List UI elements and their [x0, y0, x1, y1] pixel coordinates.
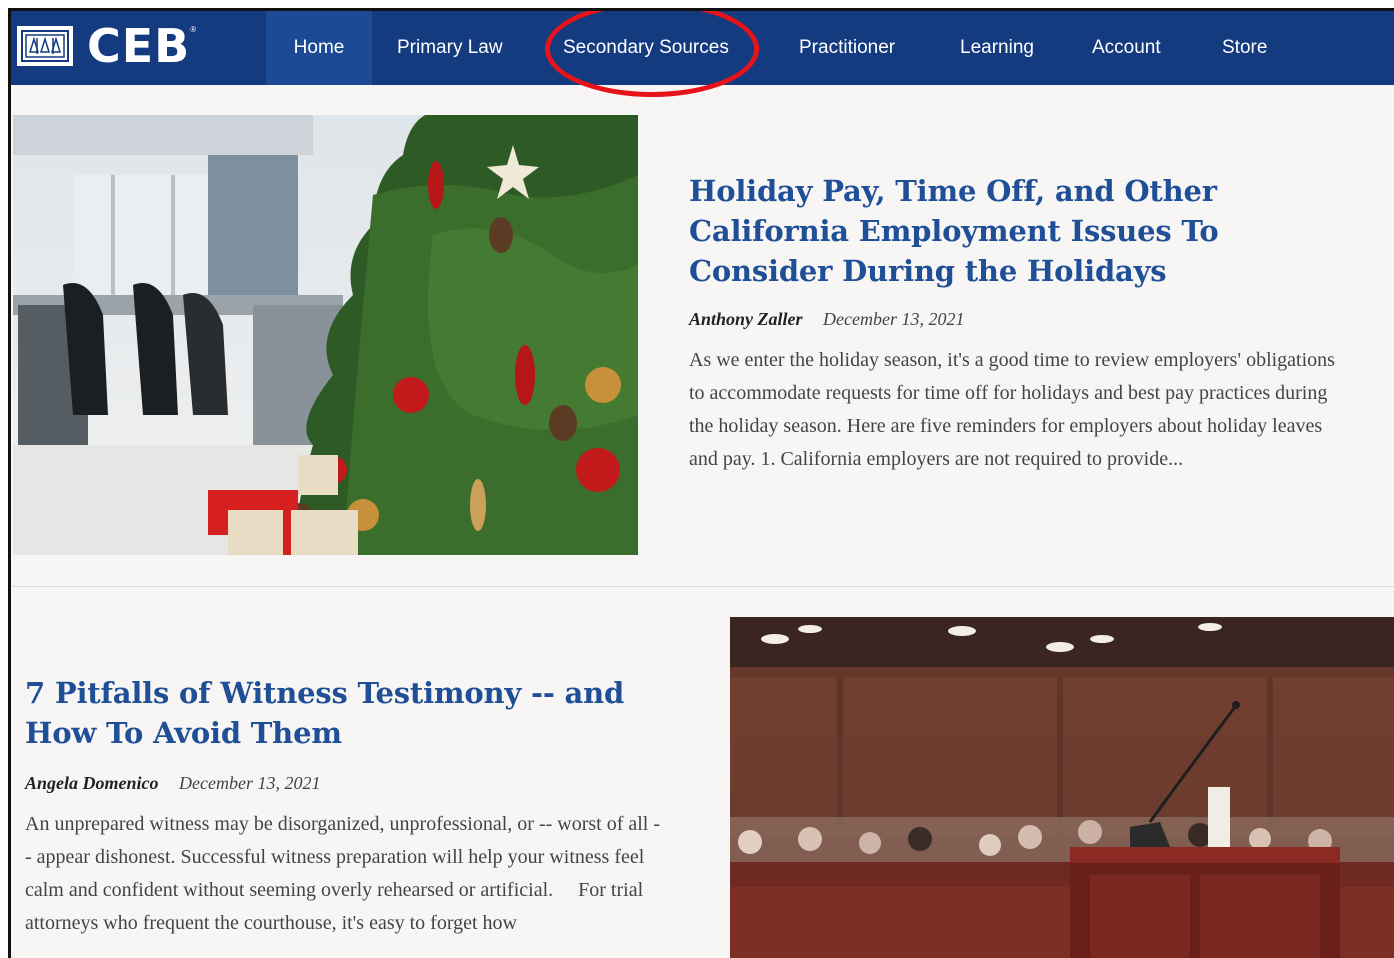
article-1-image[interactable]	[13, 115, 638, 555]
nav-home[interactable]: Home	[266, 11, 372, 85]
courtroom-podium-image-icon	[730, 617, 1394, 958]
article-1-title[interactable]: Holiday Pay, Time Off, and Other Califor…	[689, 171, 1329, 291]
nav-learning[interactable]: Learning	[935, 11, 1059, 85]
article-2-excerpt: An unprepared witness may be disorganize…	[25, 813, 661, 934]
browser-frame: CEB ® Home Primary Law Secondary Sources…	[8, 8, 1394, 958]
christmas-tree-office-image-icon	[13, 115, 638, 555]
ceb-logo[interactable]: CEB ®	[17, 21, 196, 71]
brand-name: CEB	[87, 19, 191, 73]
article-2-image[interactable]	[730, 617, 1394, 958]
nav-secondary-sources[interactable]: Secondary Sources	[538, 11, 754, 85]
article-2-meta: Angela Domenico December 13, 2021	[25, 773, 320, 794]
article-1-date: December 13, 2021	[823, 309, 965, 329]
scales-of-justice-icon	[17, 26, 73, 66]
article-2-author[interactable]: Angela Domenico	[25, 773, 159, 793]
article-divider	[11, 586, 1394, 587]
article-2-title[interactable]: 7 Pitfalls of Witness Testimony -- and H…	[25, 673, 665, 753]
top-navigation: CEB ® Home Primary Law Secondary Sources…	[11, 11, 1394, 85]
nav-store[interactable]: Store	[1197, 11, 1292, 85]
registered-mark-icon: ®	[190, 25, 197, 34]
nav-account[interactable]: Account	[1067, 11, 1186, 85]
nav-primary-law[interactable]: Primary Law	[372, 11, 528, 85]
nav-practitioner[interactable]: Practitioner	[774, 11, 920, 85]
article-1-excerpt: As we enter the holiday season, it's a g…	[689, 349, 1335, 470]
article-1-meta: Anthony Zaller December 13, 2021	[689, 309, 965, 330]
article-2-date: December 13, 2021	[179, 773, 321, 793]
article-1-author[interactable]: Anthony Zaller	[689, 309, 803, 329]
